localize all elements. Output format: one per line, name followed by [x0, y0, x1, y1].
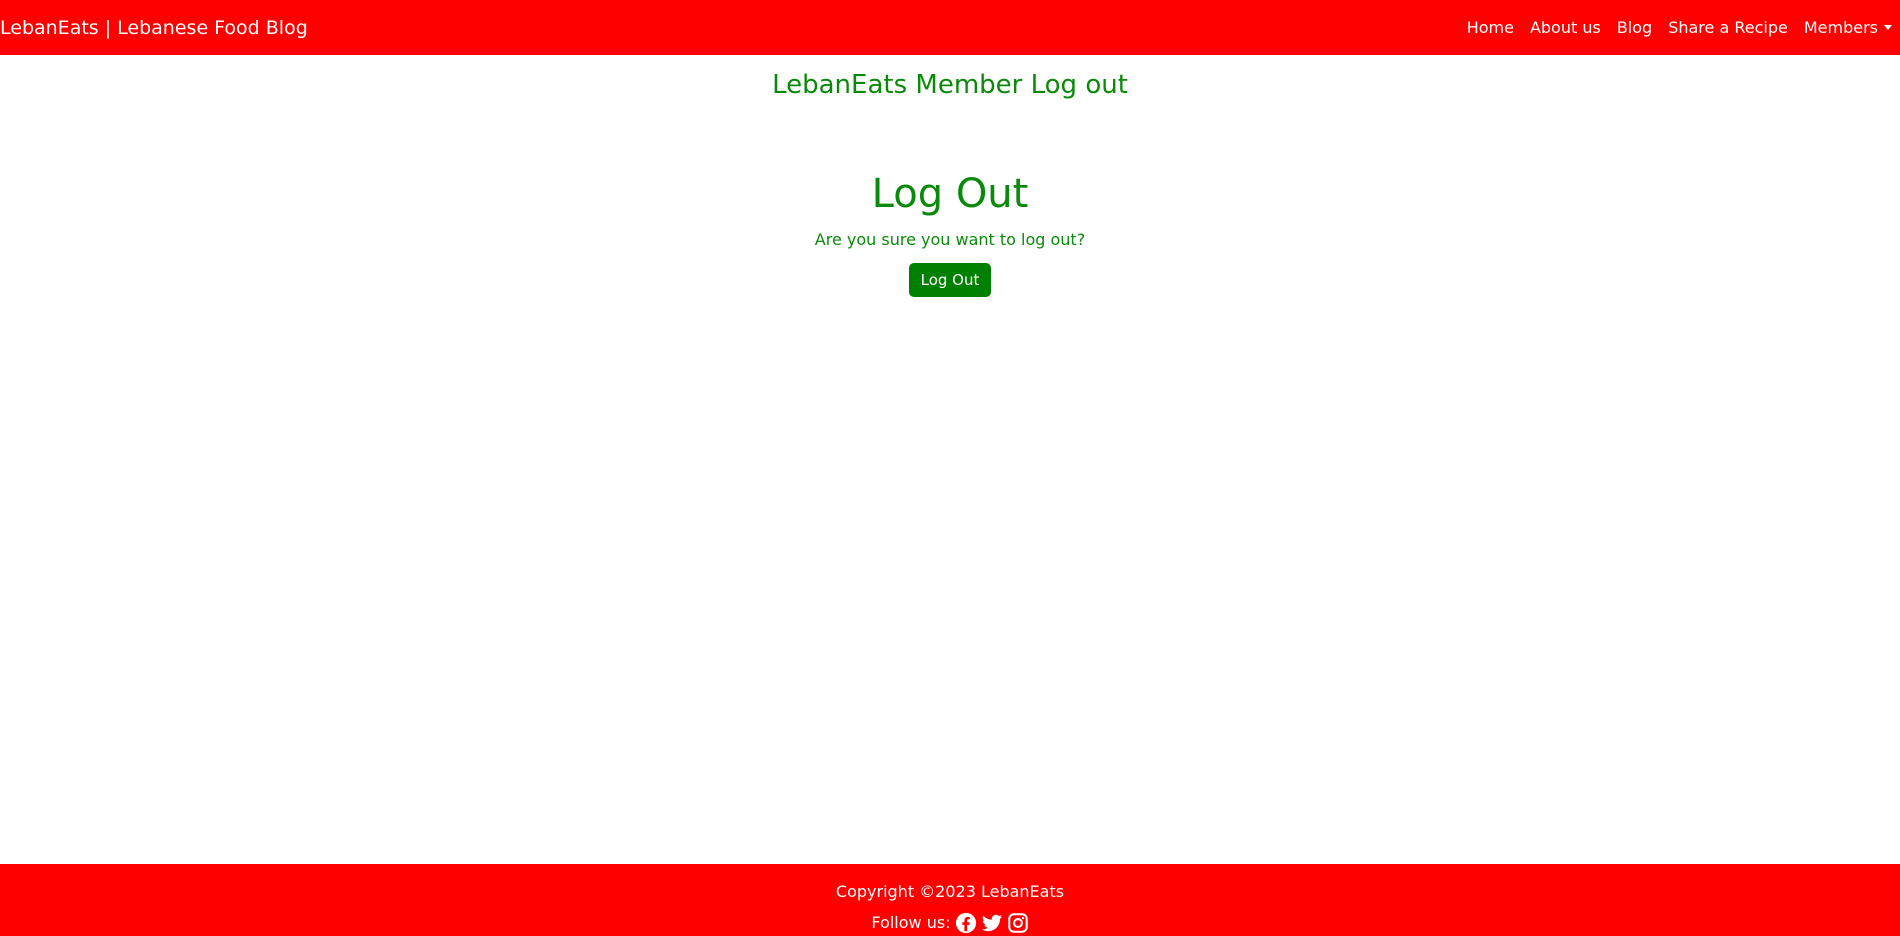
- nav-links: Home About us Blog Share a Recipe Member…: [1451, 18, 1900, 37]
- members-dropdown-label: Members: [1803, 18, 1878, 37]
- brand-link[interactable]: LebanEats | Lebanese Food Blog: [0, 17, 308, 39]
- page-heading: LebanEats Member Log out: [772, 70, 1128, 100]
- logout-panel: Log Out Are you sure you want to log out…: [0, 168, 1900, 297]
- follow-us-label: Follow us:: [871, 913, 951, 932]
- footer: Copyright ©2023 LebanEats Follow us:: [0, 864, 1900, 936]
- nav-link-share-recipe[interactable]: Share a Recipe: [1668, 18, 1788, 37]
- logout-title: Log Out: [871, 171, 1029, 217]
- nav-link-about-us[interactable]: About us: [1530, 18, 1601, 37]
- top-navbar: LebanEats | Lebanese Food Blog Home Abou…: [0, 0, 1900, 55]
- nav-link-home[interactable]: Home: [1467, 18, 1514, 37]
- logout-button[interactable]: Log Out: [908, 263, 992, 297]
- nav-link-blog[interactable]: Blog: [1617, 18, 1652, 37]
- follow-us-row: Follow us:: [871, 912, 1028, 934]
- logout-confirm-text: Are you sure you want to log out?: [814, 230, 1086, 249]
- facebook-icon[interactable]: [955, 912, 977, 934]
- instagram-icon[interactable]: [1007, 912, 1029, 934]
- twitter-icon[interactable]: [981, 912, 1003, 934]
- footer-copyright: Copyright ©2023 LebanEats: [835, 882, 1065, 901]
- nav-dropdown-members[interactable]: Members: [1804, 18, 1892, 37]
- caret-down-icon: [1884, 25, 1892, 30]
